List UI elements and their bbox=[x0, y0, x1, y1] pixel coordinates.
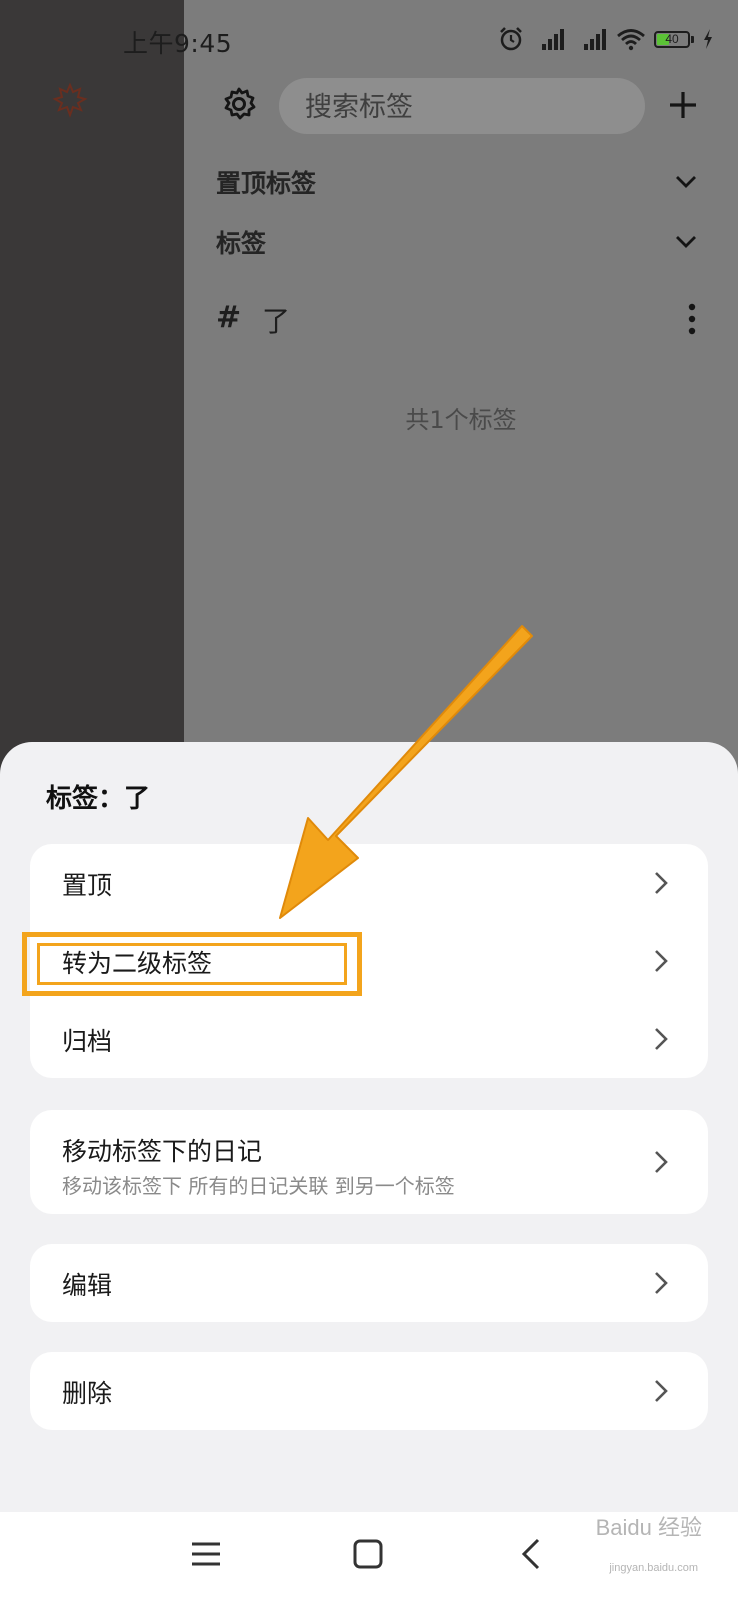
annotation-highlight-box bbox=[22, 932, 362, 996]
home-icon[interactable] bbox=[350, 1536, 386, 1572]
back-icon[interactable] bbox=[514, 1536, 550, 1572]
annotation-arrow bbox=[279, 625, 533, 919]
menu-icon[interactable] bbox=[188, 1536, 224, 1572]
watermark-url: jingyan.baidu.com bbox=[609, 1562, 698, 1574]
watermark-brand: Baidu 经验 bbox=[595, 1515, 702, 1540]
